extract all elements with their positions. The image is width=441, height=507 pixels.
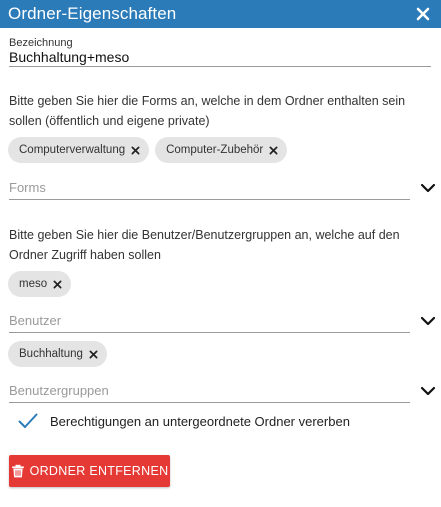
chip-label: Buchhaltung: [19, 348, 83, 360]
forms-chip-list: Computerverwaltung Computer-Zubehör: [8, 137, 288, 163]
group-chip-list: Buchhaltung: [8, 341, 107, 367]
forms-select[interactable]: Forms: [9, 180, 436, 200]
user-chip: meso: [8, 271, 72, 297]
chip-label: Computerverwaltung: [19, 144, 126, 156]
dialog-title: Ordner-Eigenschaften: [8, 4, 177, 23]
users-select[interactable]: Benutzer: [9, 313, 436, 333]
name-field[interactable]: Buchhaltung+meso: [9, 49, 431, 67]
remove-chip-icon[interactable]: [89, 349, 98, 359]
inherit-permissions-row: Berechtigungen an untergeordnete Ordner …: [18, 413, 350, 429]
close-icon[interactable]: [415, 6, 431, 22]
users-description: Bitte geben Sie hier die Benutzer/Benutz…: [9, 228, 400, 262]
group-chip: Buchhaltung: [8, 341, 107, 367]
users-placeholder: Benutzer: [9, 313, 62, 328]
remove-folder-label: ORDNER ENTFERNEN: [29, 464, 169, 478]
dialog-titlebar: Ordner-Eigenschaften: [0, 0, 441, 28]
remove-chip-icon[interactable]: [269, 145, 278, 155]
form-chip: Computerverwaltung: [8, 137, 150, 163]
trash-icon: [11, 464, 24, 478]
chip-label: Computer-Zubehör: [166, 144, 264, 156]
remove-chip-icon[interactable]: [131, 145, 140, 155]
groups-select[interactable]: Benutzergruppen: [9, 383, 436, 403]
chevron-down-icon[interactable]: [420, 385, 436, 397]
name-label: Bezeichnung: [9, 37, 73, 49]
user-chip-list: meso: [8, 271, 72, 297]
chip-label: meso: [19, 278, 48, 290]
chevron-down-icon[interactable]: [420, 182, 436, 194]
remove-chip-icon[interactable]: [53, 279, 62, 289]
remove-folder-button[interactable]: ORDNER ENTFERNEN: [9, 455, 170, 487]
checkmark-icon[interactable]: [18, 413, 38, 429]
chevron-down-icon[interactable]: [420, 315, 436, 327]
forms-description: Bitte geben Sie hier die Forms an, welch…: [9, 94, 406, 128]
inherit-permissions-label: Berechtigungen an untergeordnete Ordner …: [50, 413, 350, 429]
groups-placeholder: Benutzergruppen: [9, 383, 109, 398]
form-chip: Computer-Zubehör: [155, 137, 288, 163]
forms-placeholder: Forms: [9, 180, 46, 195]
